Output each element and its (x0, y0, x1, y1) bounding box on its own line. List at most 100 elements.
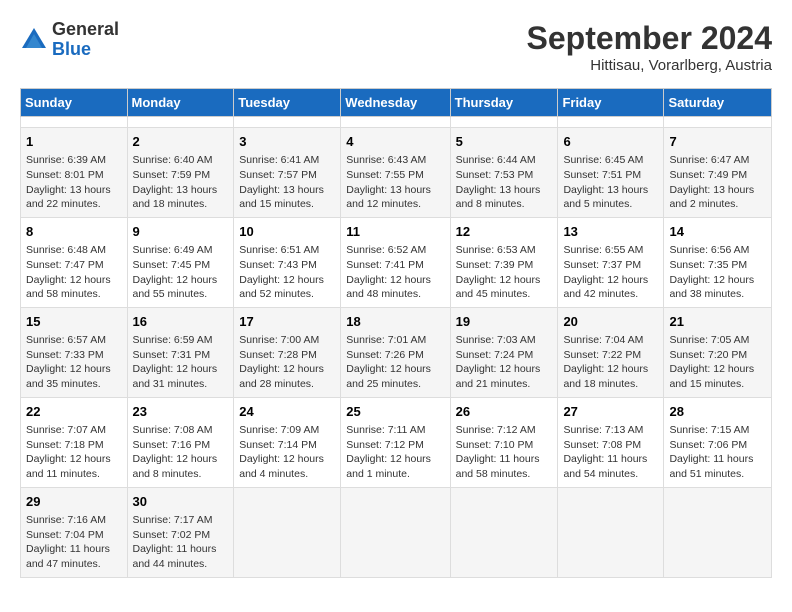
logo-icon (20, 26, 48, 54)
day-number: 5 (456, 133, 553, 151)
day-detail: Sunrise: 6:40 AM Sunset: 7:59 PM Dayligh… (133, 153, 229, 212)
day-detail: Sunrise: 6:47 AM Sunset: 7:49 PM Dayligh… (669, 153, 766, 212)
calendar-cell: 4 Sunrise: 6:43 AM Sunset: 7:55 PM Daylig… (341, 128, 450, 218)
day-number: 10 (239, 223, 335, 241)
calendar-cell: 7 Sunrise: 6:47 AM Sunset: 7:49 PM Daylig… (664, 128, 772, 218)
day-detail: Sunrise: 7:17 AM Sunset: 7:02 PM Dayligh… (133, 513, 229, 572)
calendar-cell (341, 117, 450, 128)
calendar-table: SundayMondayTuesdayWednesdayThursdayFrid… (20, 88, 772, 578)
calendar-cell: 22 Sunrise: 7:07 AM Sunset: 7:18 PM Dayli… (21, 397, 128, 487)
calendar-cell (450, 117, 558, 128)
day-number: 14 (669, 223, 766, 241)
day-number: 29 (26, 493, 122, 511)
logo-general-text: General (52, 19, 119, 39)
day-number: 12 (456, 223, 553, 241)
calendar-cell: 19 Sunrise: 7:03 AM Sunset: 7:24 PM Dayli… (450, 307, 558, 397)
logo-blue-text: Blue (52, 39, 91, 59)
calendar-cell (341, 487, 450, 577)
day-detail: Sunrise: 7:03 AM Sunset: 7:24 PM Dayligh… (456, 333, 553, 392)
day-number: 20 (563, 313, 658, 331)
day-detail: Sunrise: 7:15 AM Sunset: 7:06 PM Dayligh… (669, 423, 766, 482)
day-number: 16 (133, 313, 229, 331)
day-number: 11 (346, 223, 444, 241)
day-detail: Sunrise: 6:43 AM Sunset: 7:55 PM Dayligh… (346, 153, 444, 212)
day-detail: Sunrise: 6:51 AM Sunset: 7:43 PM Dayligh… (239, 243, 335, 302)
month-title: September 2024 (527, 20, 772, 57)
day-number: 21 (669, 313, 766, 331)
day-detail: Sunrise: 6:56 AM Sunset: 7:35 PM Dayligh… (669, 243, 766, 302)
calendar-cell: 28 Sunrise: 7:15 AM Sunset: 7:06 PM Dayli… (664, 397, 772, 487)
col-header-tuesday: Tuesday (234, 89, 341, 117)
day-detail: Sunrise: 6:41 AM Sunset: 7:57 PM Dayligh… (239, 153, 335, 212)
day-detail: Sunrise: 6:57 AM Sunset: 7:33 PM Dayligh… (26, 333, 122, 392)
day-number: 1 (26, 133, 122, 151)
calendar-cell: 1 Sunrise: 6:39 AM Sunset: 8:01 PM Daylig… (21, 128, 128, 218)
calendar-cell: 5 Sunrise: 6:44 AM Sunset: 7:53 PM Daylig… (450, 128, 558, 218)
day-number: 22 (26, 403, 122, 421)
calendar-cell: 13 Sunrise: 6:55 AM Sunset: 7:37 PM Dayli… (558, 217, 664, 307)
calendar-cell: 9 Sunrise: 6:49 AM Sunset: 7:45 PM Daylig… (127, 217, 234, 307)
calendar-cell: 20 Sunrise: 7:04 AM Sunset: 7:22 PM Dayli… (558, 307, 664, 397)
calendar-cell (664, 487, 772, 577)
day-detail: Sunrise: 7:01 AM Sunset: 7:26 PM Dayligh… (346, 333, 444, 392)
col-header-friday: Friday (558, 89, 664, 117)
day-number: 30 (133, 493, 229, 511)
calendar-cell: 23 Sunrise: 7:08 AM Sunset: 7:16 PM Dayli… (127, 397, 234, 487)
calendar-cell: 11 Sunrise: 6:52 AM Sunset: 7:41 PM Dayli… (341, 217, 450, 307)
day-number: 6 (563, 133, 658, 151)
day-number: 3 (239, 133, 335, 151)
day-number: 27 (563, 403, 658, 421)
col-header-sunday: Sunday (21, 89, 128, 117)
day-detail: Sunrise: 7:05 AM Sunset: 7:20 PM Dayligh… (669, 333, 766, 392)
day-number: 15 (26, 313, 122, 331)
day-detail: Sunrise: 7:04 AM Sunset: 7:22 PM Dayligh… (563, 333, 658, 392)
day-number: 26 (456, 403, 553, 421)
calendar-cell (234, 487, 341, 577)
day-detail: Sunrise: 6:45 AM Sunset: 7:51 PM Dayligh… (563, 153, 658, 212)
day-number: 19 (456, 313, 553, 331)
calendar-cell (21, 117, 128, 128)
day-number: 8 (26, 223, 122, 241)
col-header-saturday: Saturday (664, 89, 772, 117)
calendar-cell (558, 487, 664, 577)
calendar-cell: 25 Sunrise: 7:11 AM Sunset: 7:12 PM Dayli… (341, 397, 450, 487)
day-detail: Sunrise: 7:11 AM Sunset: 7:12 PM Dayligh… (346, 423, 444, 482)
day-detail: Sunrise: 6:53 AM Sunset: 7:39 PM Dayligh… (456, 243, 553, 302)
day-detail: Sunrise: 6:49 AM Sunset: 7:45 PM Dayligh… (133, 243, 229, 302)
calendar-cell: 2Sunrise: 6:40 AM Sunset: 7:59 PM Daylig… (127, 128, 234, 218)
calendar-cell: 18Sunrise: 7:01 AM Sunset: 7:26 PM Dayli… (341, 307, 450, 397)
day-number: 13 (563, 223, 658, 241)
day-detail: Sunrise: 6:44 AM Sunset: 7:53 PM Dayligh… (456, 153, 553, 212)
calendar-cell: 10 Sunrise: 6:51 AM Sunset: 7:43 PM Dayli… (234, 217, 341, 307)
calendar-cell: 24Sunrise: 7:09 AM Sunset: 7:14 PM Dayli… (234, 397, 341, 487)
day-detail: Sunrise: 7:13 AM Sunset: 7:08 PM Dayligh… (563, 423, 658, 482)
day-number: 28 (669, 403, 766, 421)
day-number: 4 (346, 133, 444, 151)
day-detail: Sunrise: 7:07 AM Sunset: 7:18 PM Dayligh… (26, 423, 122, 482)
day-detail: Sunrise: 6:52 AM Sunset: 7:41 PM Dayligh… (346, 243, 444, 302)
calendar-cell: 30 Sunrise: 7:17 AM Sunset: 7:02 PM Dayli… (127, 487, 234, 577)
day-detail: Sunrise: 6:39 AM Sunset: 8:01 PM Dayligh… (26, 153, 122, 212)
calendar-cell (127, 117, 234, 128)
title-block: September 2024 Hittisau, Vorarlberg, Aus… (527, 20, 772, 74)
day-number: 9 (133, 223, 229, 241)
day-number: 7 (669, 133, 766, 151)
day-number: 23 (133, 403, 229, 421)
day-number: 25 (346, 403, 444, 421)
logo: General Blue (20, 20, 119, 60)
calendar-cell: 27 Sunrise: 7:13 AM Sunset: 7:08 PM Dayli… (558, 397, 664, 487)
calendar-cell: 17Sunrise: 7:00 AM Sunset: 7:28 PM Dayli… (234, 307, 341, 397)
day-detail: Sunrise: 7:08 AM Sunset: 7:16 PM Dayligh… (133, 423, 229, 482)
calendar-cell: 6 Sunrise: 6:45 AM Sunset: 7:51 PM Daylig… (558, 128, 664, 218)
calendar-cell: 8Sunrise: 6:48 AM Sunset: 7:47 PM Daylig… (21, 217, 128, 307)
calendar-cell: 29Sunrise: 7:16 AM Sunset: 7:04 PM Dayli… (21, 487, 128, 577)
col-header-wednesday: Wednesday (341, 89, 450, 117)
col-header-monday: Monday (127, 89, 234, 117)
calendar-cell (450, 487, 558, 577)
calendar-cell: 3 Sunrise: 6:41 AM Sunset: 7:57 PM Daylig… (234, 128, 341, 218)
calendar-cell (234, 117, 341, 128)
calendar-cell: 14 Sunrise: 6:56 AM Sunset: 7:35 PM Dayli… (664, 217, 772, 307)
col-header-thursday: Thursday (450, 89, 558, 117)
day-detail: Sunrise: 6:55 AM Sunset: 7:37 PM Dayligh… (563, 243, 658, 302)
day-detail: Sunrise: 7:09 AM Sunset: 7:14 PM Dayligh… (239, 423, 335, 482)
